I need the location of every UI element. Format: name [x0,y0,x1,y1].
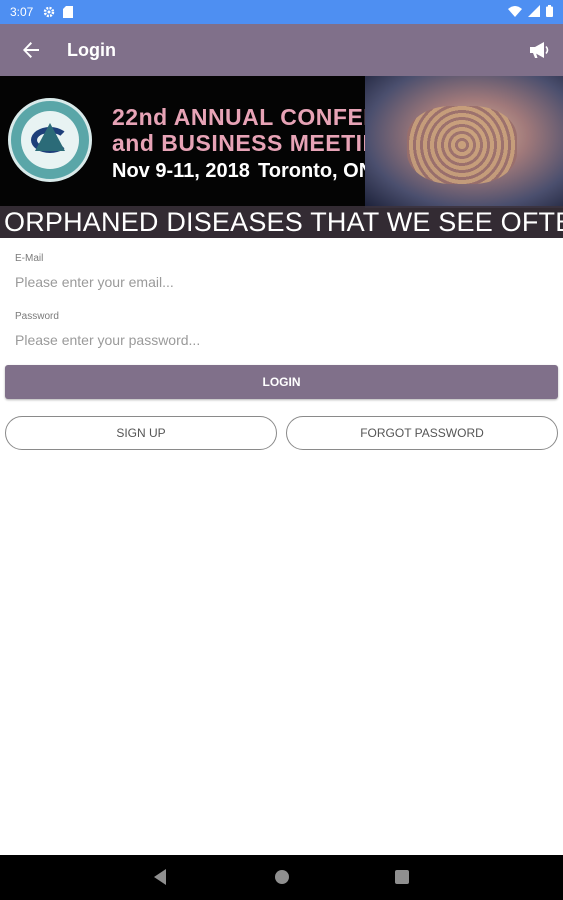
nav-home-icon[interactable] [275,870,289,884]
anatomy-illustration [365,76,563,208]
banner-line2: and BUSINESS MEETING [112,130,399,156]
association-logo-icon [8,98,92,182]
settings-icon [43,6,55,18]
banner-tagline: ORPHANED DISEASES THAT WE SEE OFTEN [0,206,563,238]
battery-icon [546,4,553,20]
signal-icon [528,4,540,20]
app-bar: Login [0,24,563,76]
email-label: E-Mail [15,253,44,264]
forgot-password-button[interactable]: FORGOT PASSWORD [286,416,558,450]
login-button[interactable]: LOGIN [5,365,558,399]
password-field[interactable] [15,328,550,352]
arrow-back-icon[interactable] [5,24,57,76]
password-label: Password [15,311,59,322]
status-right-icons [508,4,553,20]
system-nav-bar [0,855,563,900]
wifi-icon [508,5,522,20]
nav-recents-icon[interactable] [395,870,409,884]
banner-location: Toronto, ON [258,160,374,182]
megaphone-icon[interactable] [515,24,563,76]
status-bar: 3:07 [0,0,563,24]
sign-up-button[interactable]: SIGN UP [5,416,277,450]
page-title: Login [67,39,116,60]
banner-date: Nov 9-11, 2018 [112,160,250,182]
sd-card-icon [63,6,74,18]
email-field[interactable] [15,270,550,294]
conference-banner: 22nd ANNUAL CONFERENCE and BUSINESS MEET… [0,76,563,238]
nav-back-icon[interactable] [154,869,166,885]
status-time: 3:07 [10,5,34,19]
